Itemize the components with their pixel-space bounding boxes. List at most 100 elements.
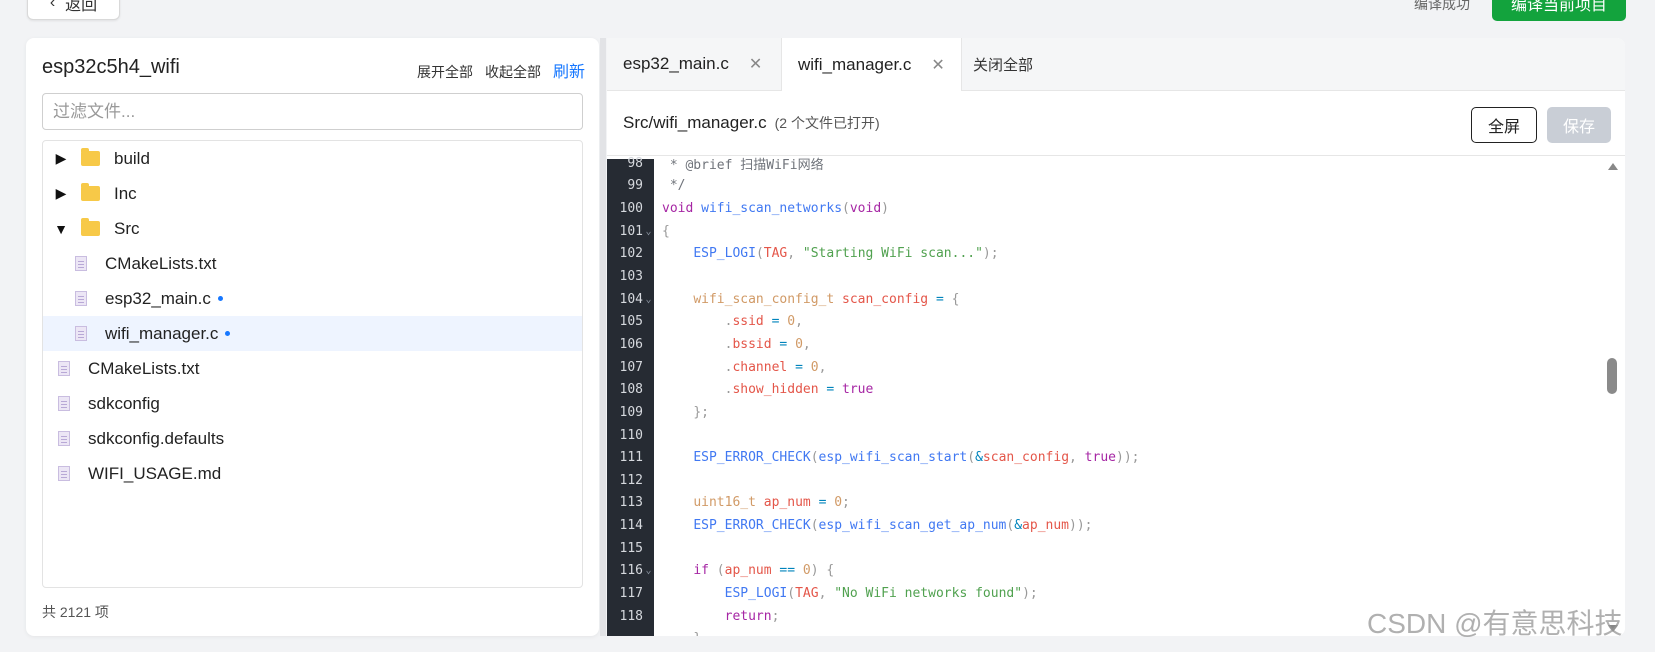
scroll-up-arrow-icon[interactable] [1608,163,1618,170]
code-line[interactable]: 102 ESP_LOGI(TAG, "Starting WiFi scan...… [607,243,1607,266]
line-number: 108 [619,382,643,398]
code-line[interactable]: 107 .channel = 0, [607,356,1607,379]
folder-icon [81,183,100,201]
fold-chevron-icon[interactable]: ⌄ [643,565,654,576]
code-line[interactable]: 110 [607,424,1607,447]
close-icon[interactable]: ✕ [931,55,944,75]
line-number: 101 [619,223,643,239]
code-line[interactable]: 103 [607,265,1607,288]
line-number: 114 [619,518,643,534]
close-all-tabs-button[interactable]: 关闭全部 [973,38,1033,90]
tree-file-esp32-main[interactable]: esp32_main.c [43,281,582,316]
code-line[interactable]: 116 ⌄ if (ap_num == 0) { [607,560,1607,583]
line-number: 102 [619,246,643,262]
code-editor[interactable]: 98 * @brief 扫描WiFi网络 99 */ 100 void wifi_sc… [607,156,1625,636]
code-text: ESP_LOGI(TAG, "Starting WiFi scan..."); [693,246,999,262]
code-line[interactable]: 98 * @brief 扫描WiFi网络 [607,152,1607,175]
code-text: ESP_ERROR_CHECK(esp_wifi_scan_start(&sca… [693,450,1140,466]
code-line[interactable]: 99 */ [607,175,1607,198]
tree-folder-build[interactable]: ▶ build [43,141,582,176]
tree-item-label: sdkconfig [88,393,160,413]
tree-file-wifi-usage[interactable]: WIFI_USAGE.md [43,456,582,491]
file-icon [75,291,87,306]
tree-file-src-cmakelists[interactable]: CMakeLists.txt [43,246,582,281]
folder-icon [81,148,100,166]
tree-folder-src[interactable]: ▼ Src [43,211,582,246]
chevron-left-icon: ‹ [49,0,56,11]
code-line[interactable]: 112 [607,469,1607,492]
file-icon [58,431,70,446]
code-text: .ssid = 0, [724,314,803,330]
watermark: CSDN @有意思科技 [1367,608,1623,639]
tree-file-wifi-manager[interactable]: wifi_manager.c [43,316,582,351]
fold-chevron-icon[interactable]: ⌄ [643,226,654,237]
code-text: } [654,631,701,636]
line-number: 109 [619,404,643,420]
editor-scrollbar[interactable] [1607,159,1619,636]
tree-file-sdkconfig-defaults[interactable]: sdkconfig.defaults [43,421,582,456]
caret-right-icon[interactable]: ▶ [53,150,69,167]
tree-item-label: CMakeLists.txt [88,358,200,378]
close-icon[interactable]: ✕ [749,54,762,74]
tree-folder-inc[interactable]: ▶ Inc [43,176,582,211]
tree-item-label: build [114,148,150,168]
expand-all-button[interactable]: 展开全部 [417,62,473,82]
code-lines[interactable]: 98 * @brief 扫描WiFi网络 99 */100 void wifi_sc… [607,152,1607,636]
line-number: 117 [619,585,643,601]
code-text: .channel = 0, [724,359,827,375]
save-button[interactable]: 保存 [1547,107,1611,143]
line-number: 104 [619,291,643,307]
scrollbar-thumb[interactable] [1607,358,1617,394]
code-line[interactable]: 106 .bssid = 0, [607,333,1607,356]
code-line[interactable]: 113 uint16_t ap_num = 0; [607,492,1607,515]
line-number: 103 [619,269,643,285]
code-line[interactable]: 109 }; [607,401,1607,424]
line-number: 118 [619,608,643,624]
code-text: .bssid = 0, [724,336,811,352]
folder-icon [81,218,100,236]
code-text: return; [724,608,780,624]
code-line[interactable]: 100 void wifi_scan_networks(void) [607,197,1607,220]
line-number: 105 [619,314,643,330]
file-icon [58,396,70,411]
filter-input[interactable] [42,93,583,130]
code-line[interactable]: 104 ⌄ wifi_scan_config_t scan_config = { [607,288,1607,311]
panel-resize-handle[interactable] [600,38,606,636]
tab-wifi-manager[interactable]: wifi_manager.c ✕ [781,38,962,91]
code-line[interactable]: 114 ESP_ERROR_CHECK(esp_wifi_scan_get_ap… [607,514,1607,537]
code-text: ESP_LOGI(TAG, "No WiFi networks found"); [724,585,1038,601]
file-icon [58,361,70,376]
tree-item-label: wifi_manager.c [105,323,219,343]
tab-label: esp32_main.c [623,54,729,73]
line-number: 100 [619,201,643,217]
tree-item-label: sdkconfig.defaults [88,428,225,448]
code-text: * @brief 扫描WiFi网络 [662,157,824,173]
collapse-all-button[interactable]: 收起全部 [485,62,541,82]
code-line[interactable]: 111 ESP_ERROR_CHECK(esp_wifi_scan_start(… [607,446,1607,469]
editor-panel: esp32_main.c ✕ wifi_manager.c ✕ 关闭全部 Src… [607,38,1625,636]
tree-item-label: Src [114,218,140,238]
fold-chevron-icon[interactable]: ⌄ [643,294,654,305]
code-line[interactable]: 105 .ssid = 0, [607,310,1607,333]
code-line[interactable]: 101 ⌄ { [607,220,1607,243]
tab-esp32-main[interactable]: esp32_main.c ✕ [623,38,762,90]
back-button[interactable]: ‹ 返回 [27,0,120,20]
code-text: wifi_scan_config_t scan_config = { [693,291,960,307]
file-header: Src/wifi_manager.c (2 个文件已打开) 全屏 保存 [607,91,1625,156]
caret-right-icon[interactable]: ▶ [53,185,69,202]
tree-file-cmakelists[interactable]: CMakeLists.txt [43,351,582,386]
caret-down-icon[interactable]: ▼ [53,221,69,237]
line-number: 115 [619,540,643,556]
line-number: 116 [619,563,643,579]
code-line[interactable]: 115 [607,537,1607,560]
code-line[interactable]: 108 .show_hidden = true [607,378,1607,401]
refresh-button[interactable]: 刷新 [553,58,585,82]
code-text: }; [693,404,709,420]
line-number: 98 [627,155,643,171]
tree-file-sdkconfig[interactable]: sdkconfig [43,386,582,421]
fullscreen-button[interactable]: 全屏 [1471,107,1537,143]
modified-dot-icon [225,331,231,336]
code-text: uint16_t ap_num = 0; [693,495,850,511]
build-project-button[interactable]: 编译当前项目 [1492,0,1626,21]
tree-item-label: CMakeLists.txt [105,253,217,273]
